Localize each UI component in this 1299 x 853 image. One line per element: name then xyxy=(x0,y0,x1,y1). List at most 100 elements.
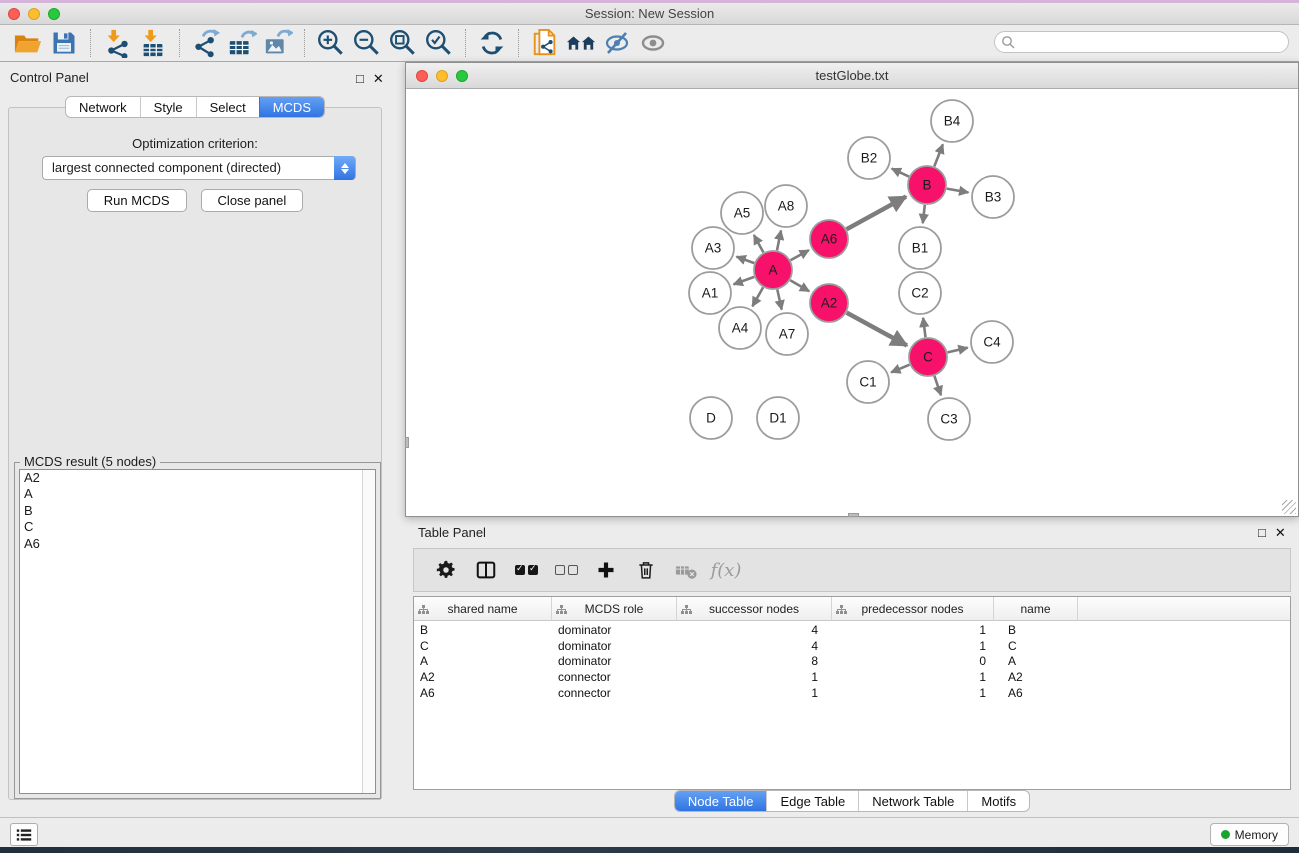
optimization-criterion-select[interactable]: largest connected component (directed) xyxy=(42,156,356,180)
graph-edge-B-B3[interactable] xyxy=(947,189,969,193)
function-icon[interactable]: f(x) xyxy=(706,552,746,588)
zoom-in-icon[interactable] xyxy=(313,27,349,59)
float-panel-icon[interactable]: □ xyxy=(356,71,364,87)
plus-icon[interactable] xyxy=(586,552,626,588)
graph-node-C1[interactable]: C1 xyxy=(847,361,889,403)
graph-edge-A-A4[interactable] xyxy=(752,287,763,306)
mcds-result-item[interactable]: C xyxy=(20,519,375,535)
mcds-result-item[interactable]: B xyxy=(20,503,375,519)
network-canvas[interactable]: B4 B2 B B3 A5A8A6 B1 A3 A A1 C2 A2 A4A7 C4 C C1 C3 D D1 xyxy=(406,90,1298,516)
graph-node-A[interactable]: A xyxy=(754,251,792,289)
graph-node-C3[interactable]: C3 xyxy=(928,398,970,440)
task-history-icon[interactable] xyxy=(10,823,38,846)
graph-edge-C-C3[interactable] xyxy=(934,376,941,395)
graph-node-B[interactable]: B xyxy=(908,166,946,204)
tab-style[interactable]: Style xyxy=(140,97,196,117)
tab-mcds[interactable]: MCDS xyxy=(259,97,324,117)
graph-edge-B-B1[interactable] xyxy=(923,205,925,223)
tab-edge-table[interactable]: Edge Table xyxy=(766,791,858,811)
table-row[interactable]: A2connector11A2 xyxy=(414,670,1290,686)
checked-boxes-icon[interactable] xyxy=(506,552,546,588)
column-header-name[interactable]: name xyxy=(994,597,1078,621)
table-row[interactable]: Bdominator41B xyxy=(414,623,1290,639)
export-table-icon[interactable] xyxy=(224,27,260,59)
graph-edge-A-A8[interactable] xyxy=(777,231,781,251)
frame-resize-handle-bottom[interactable] xyxy=(848,513,859,517)
column-header-shared-name[interactable]: shared name xyxy=(414,597,552,621)
graph-edge-A2-C[interactable] xyxy=(847,313,907,346)
graph-node-C4[interactable]: C4 xyxy=(971,321,1013,363)
column-header-predecessor-nodes[interactable]: predecessor nodes xyxy=(832,597,994,621)
graph-edge-C-C1[interactable] xyxy=(891,365,909,373)
table-row[interactable]: A6connector11A6 xyxy=(414,686,1290,702)
tab-motifs[interactable]: Motifs xyxy=(967,791,1029,811)
graph-node-A1[interactable]: A1 xyxy=(689,272,731,314)
close-panel-icon[interactable]: ✕ xyxy=(373,71,384,87)
column-header-successor-nodes[interactable]: successor nodes xyxy=(677,597,832,621)
tab-network-table[interactable]: Network Table xyxy=(858,791,967,811)
graph-edge-A-A6[interactable] xyxy=(791,250,809,260)
graph-edge-A-A7[interactable] xyxy=(777,290,781,310)
graph-node-D[interactable]: D xyxy=(690,397,732,439)
close-table-panel-icon[interactable]: ✕ xyxy=(1275,525,1286,541)
frame-resize-grip[interactable] xyxy=(1282,500,1296,514)
float-table-panel-icon[interactable]: □ xyxy=(1258,525,1266,541)
import-network-icon[interactable] xyxy=(99,27,135,59)
refresh-layout-icon[interactable] xyxy=(474,27,510,59)
graph-node-A2[interactable]: A2 xyxy=(810,284,848,322)
search-input[interactable] xyxy=(1016,35,1288,49)
mcds-result-list[interactable]: A2ABCA6 xyxy=(19,469,376,794)
graph-edge-A-A1[interactable] xyxy=(734,277,755,285)
graph-edge-A6-B[interactable] xyxy=(847,197,907,230)
graph-node-A4[interactable]: A4 xyxy=(719,307,761,349)
graph-node-B4[interactable]: B4 xyxy=(931,100,973,142)
export-image-icon[interactable] xyxy=(260,27,296,59)
graph-node-A6[interactable]: A6 xyxy=(810,220,848,258)
graph-edge-B-B4[interactable] xyxy=(934,144,943,166)
table-row[interactable]: Adominator80A xyxy=(414,654,1290,670)
delete-table-icon[interactable] xyxy=(666,552,706,588)
graph-edge-A-A3[interactable] xyxy=(737,257,755,264)
graph-node-A5[interactable]: A5 xyxy=(721,192,763,234)
graph-edge-C-C2[interactable] xyxy=(923,318,925,337)
split-columns-icon[interactable] xyxy=(466,552,506,588)
tab-select[interactable]: Select xyxy=(196,97,259,117)
graph-node-D1[interactable]: D1 xyxy=(757,397,799,439)
table-row[interactable]: Cdominator41C xyxy=(414,639,1290,655)
column-header-MCDS-role[interactable]: MCDS role xyxy=(552,597,677,621)
trash-icon[interactable] xyxy=(626,552,666,588)
graph-node-C2[interactable]: C2 xyxy=(899,272,941,314)
graph-node-A7[interactable]: A7 xyxy=(766,313,808,355)
unchecked-boxes-icon[interactable] xyxy=(546,552,586,588)
zoom-out-icon[interactable] xyxy=(349,27,385,59)
mcds-result-item[interactable]: A xyxy=(20,486,375,502)
document-network-icon[interactable] xyxy=(527,27,563,59)
double-house-icon[interactable] xyxy=(563,27,599,59)
eye-slash-icon[interactable] xyxy=(599,27,635,59)
mcds-result-item[interactable]: A2 xyxy=(20,470,375,486)
run-mcds-button[interactable]: Run MCDS xyxy=(87,189,187,212)
graph-node-A8[interactable]: A8 xyxy=(765,185,807,227)
save-session-icon[interactable] xyxy=(46,27,82,59)
graph-edge-B-B2[interactable] xyxy=(892,169,909,177)
zoom-selected-icon[interactable] xyxy=(421,27,457,59)
graph-node-B1[interactable]: B1 xyxy=(899,227,941,269)
zoom-fit-icon[interactable] xyxy=(385,27,421,59)
graph-node-B2[interactable]: B2 xyxy=(848,137,890,179)
mcds-result-item[interactable]: A6 xyxy=(20,536,375,552)
graph-edge-A-A5[interactable] xyxy=(754,235,764,252)
tab-node-table[interactable]: Node Table xyxy=(675,791,767,811)
graph-node-A3[interactable]: A3 xyxy=(692,227,734,269)
close-panel-button[interactable]: Close panel xyxy=(201,189,304,212)
import-table-icon[interactable] xyxy=(135,27,171,59)
memory-button[interactable]: Memory xyxy=(1210,823,1289,846)
graph-node-C[interactable]: C xyxy=(909,338,947,376)
graph-edge-C-C4[interactable] xyxy=(948,348,968,353)
export-network-icon[interactable] xyxy=(188,27,224,59)
mcds-list-scrollbar[interactable] xyxy=(362,470,375,793)
eye-icon[interactable] xyxy=(635,27,671,59)
gear-icon[interactable] xyxy=(426,552,466,588)
frame-resize-handle-left[interactable] xyxy=(405,437,409,448)
graph-node-B3[interactable]: B3 xyxy=(972,176,1014,218)
tab-network[interactable]: Network xyxy=(66,97,140,117)
